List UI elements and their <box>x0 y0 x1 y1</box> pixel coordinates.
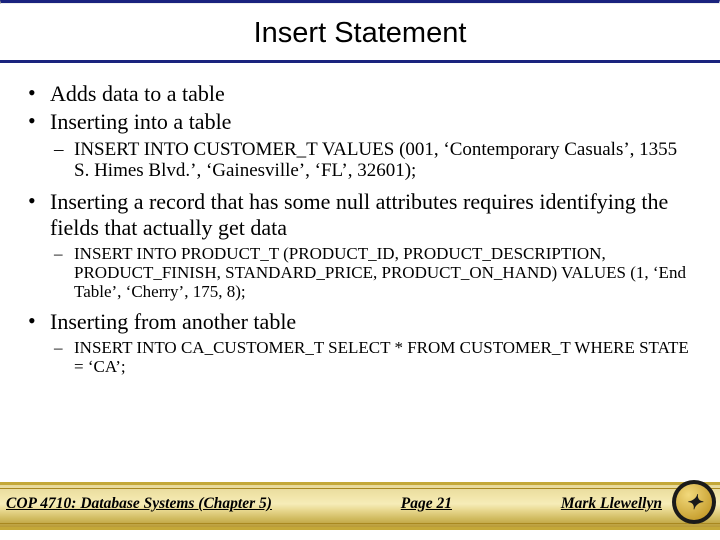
sub-list: INSERT INTO PRODUCT_T (PRODUCT_ID, PRODU… <box>50 245 696 301</box>
bullet-text: Inserting a record that has some null at… <box>50 189 668 240</box>
title-band: Insert Statement <box>0 4 720 63</box>
bullet-item: Inserting from another table INSERT INTO… <box>50 309 696 376</box>
sub-list: INSERT INTO CA_CUSTOMER_T SELECT * FROM … <box>50 339 696 376</box>
slide: Insert Statement Adds data to a table In… <box>0 0 720 540</box>
bullet-text: Inserting into a table <box>50 109 231 134</box>
bullet-item: Inserting into a table INSERT INTO CUSTO… <box>50 109 696 181</box>
sub-item: INSERT INTO CUSTOMER_T VALUES (001, ‘Con… <box>74 139 696 182</box>
content-area: Adds data to a table Inserting into a ta… <box>0 63 720 377</box>
bullet-text: Inserting from another table <box>50 309 296 334</box>
footer-left: COP 4710: Database Systems (Chapter 5) <box>6 495 272 513</box>
bullet-item: Inserting a record that has some null at… <box>50 189 696 301</box>
slide-title: Insert Statement <box>254 14 467 50</box>
footer-center: Page 21 <box>272 495 561 513</box>
sub-item: INSERT INTO CA_CUSTOMER_T SELECT * FROM … <box>74 339 696 376</box>
sub-item: INSERT INTO PRODUCT_T (PRODUCT_ID, PRODU… <box>74 245 696 301</box>
bullet-list: Adds data to a table Inserting into a ta… <box>24 81 696 377</box>
bullet-item: Adds data to a table <box>50 81 696 107</box>
ucf-logo-icon: ✦ <box>672 480 716 524</box>
footer: COP 4710: Database Systems (Chapter 5) P… <box>0 492 720 516</box>
sub-list: INSERT INTO CUSTOMER_T VALUES (001, ‘Con… <box>50 139 696 182</box>
